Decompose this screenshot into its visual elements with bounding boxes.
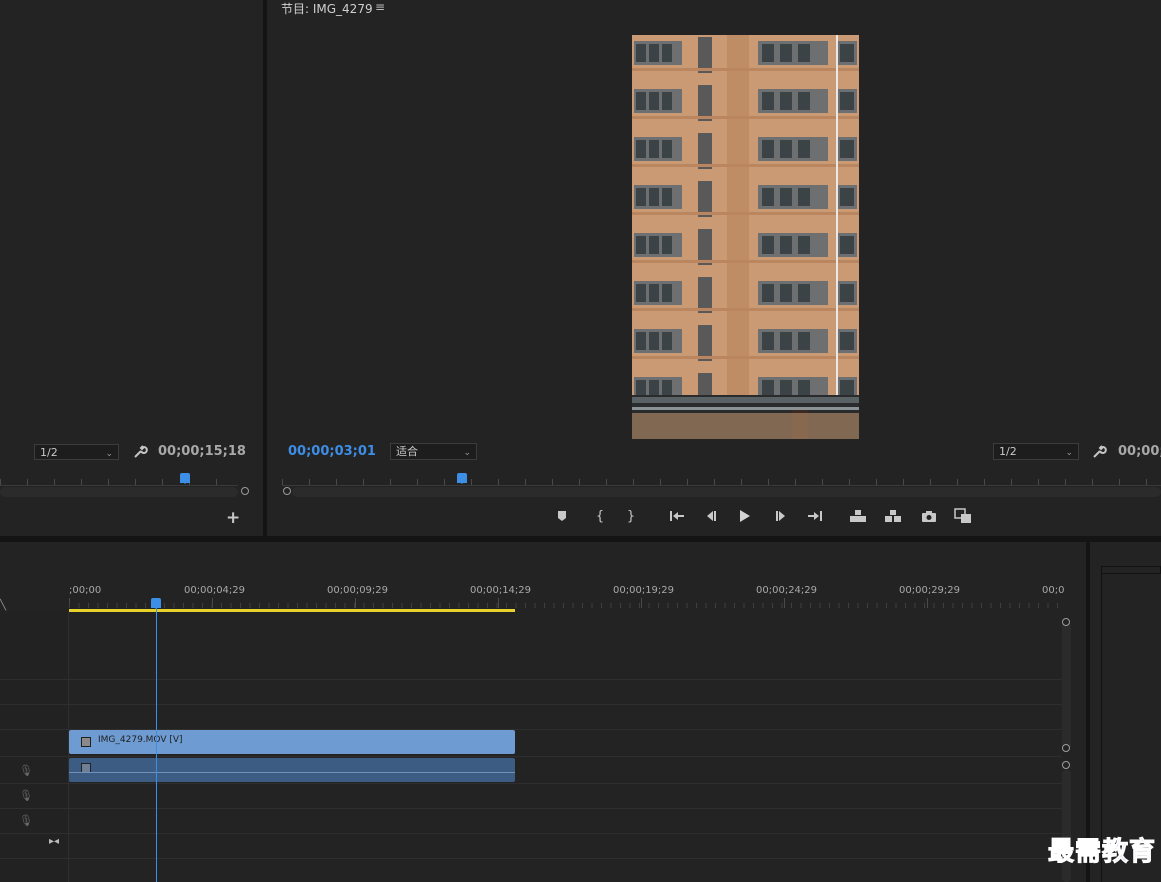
export-frame-icon[interactable] bbox=[918, 505, 940, 527]
track-divider bbox=[0, 679, 1062, 680]
program-time-ruler[interactable] bbox=[282, 475, 1161, 486]
ruler-label: 00;00;09;29 bbox=[327, 585, 389, 596]
track-divider bbox=[0, 833, 1062, 834]
ruler-label: 00;00;04;29 bbox=[184, 585, 246, 596]
program-zoom-scrollbar[interactable] bbox=[292, 487, 1161, 497]
program-video-frame bbox=[632, 35, 859, 439]
playhead-line bbox=[156, 608, 157, 882]
source-resolution-value: 1/2 bbox=[40, 446, 58, 459]
chevron-down-icon: ⌄ bbox=[463, 448, 471, 458]
ruler-label: 00;00;29;29 bbox=[899, 585, 961, 596]
audio-waveform bbox=[69, 772, 515, 773]
step-forward-icon[interactable] bbox=[770, 505, 792, 527]
wrench-icon[interactable] bbox=[132, 444, 148, 460]
source-playhead[interactable] bbox=[180, 473, 190, 484]
timeline-playhead[interactable] bbox=[151, 598, 161, 609]
track-divider bbox=[0, 704, 1062, 705]
track-divider bbox=[0, 783, 1062, 784]
microphone-icon[interactable]: 🎙 bbox=[19, 814, 33, 827]
fx-badge-icon bbox=[81, 737, 91, 747]
video-clip-label: IMG_4279.MOV [V] bbox=[98, 735, 183, 745]
compare-view-icon[interactable] bbox=[952, 505, 974, 527]
watermark-text: 最需教育 bbox=[1047, 837, 1156, 868]
mark-in-icon[interactable]: { bbox=[589, 505, 611, 527]
panel-menu-icon[interactable]: ≡ bbox=[375, 0, 385, 14]
source-monitor-panel: 1/2 ⌄ 00;00;15;18 + bbox=[0, 0, 263, 536]
source-time-ruler[interactable] bbox=[0, 475, 238, 486]
program-playhead[interactable] bbox=[457, 473, 467, 484]
go-to-out-icon[interactable] bbox=[804, 505, 826, 527]
zoom-level-dropdown[interactable]: 适合 ⌄ bbox=[390, 443, 477, 460]
wrench-icon[interactable] bbox=[1091, 444, 1107, 460]
marker-icon[interactable] bbox=[551, 505, 573, 527]
program-timecode-right: 00;00; bbox=[1118, 444, 1161, 459]
track-divider bbox=[0, 756, 1062, 757]
program-timecode[interactable]: 00;00;03;01 bbox=[288, 444, 376, 459]
microphone-icon[interactable]: 🎙 bbox=[19, 789, 33, 802]
program-resolution-dropdown[interactable]: 1/2 ⌄ bbox=[993, 443, 1079, 460]
ruler-label: 00;0 bbox=[1042, 585, 1065, 596]
source-scroll-handle[interactable] bbox=[241, 487, 249, 495]
chevron-down-icon: ⌄ bbox=[105, 449, 113, 459]
scroll-handle[interactable] bbox=[1062, 761, 1070, 769]
play-icon[interactable] bbox=[734, 505, 756, 527]
scroll-handle[interactable] bbox=[1062, 744, 1070, 752]
mark-out-icon[interactable]: } bbox=[620, 505, 642, 527]
video-clip[interactable]: IMG_4279.MOV [V] bbox=[69, 730, 515, 754]
ruler-label: ;00;00 bbox=[69, 585, 102, 596]
go-to-in-icon[interactable] bbox=[666, 505, 688, 527]
source-resolution-dropdown[interactable]: 1/2 ⌄ bbox=[34, 444, 119, 460]
add-button-icon[interactable]: + bbox=[226, 508, 240, 528]
track-divider bbox=[0, 808, 1062, 809]
extract-icon[interactable] bbox=[882, 505, 904, 527]
ruler-label: 00;00;24;29 bbox=[756, 585, 818, 596]
source-zoom-scrollbar[interactable] bbox=[0, 487, 238, 497]
chevron-down-icon: ⌄ bbox=[1065, 448, 1073, 458]
source-timecode: 00;00;15;18 bbox=[158, 444, 246, 459]
step-back-icon[interactable] bbox=[700, 505, 722, 527]
master-track-icon[interactable]: ▸◂ bbox=[49, 836, 59, 847]
track-divider bbox=[0, 858, 1062, 859]
ruler-label: 00;00;14;29 bbox=[470, 585, 532, 596]
program-resolution-value: 1/2 bbox=[999, 445, 1017, 458]
ruler-label: 00;00;19;29 bbox=[613, 585, 675, 596]
program-monitor-title[interactable]: 节目: IMG_4279 bbox=[281, 0, 373, 17]
work-area-bar[interactable] bbox=[69, 609, 515, 612]
lift-icon[interactable] bbox=[847, 505, 869, 527]
scroll-handle[interactable] bbox=[1062, 618, 1070, 626]
meter-header bbox=[1101, 566, 1161, 574]
timeline-ruler-minor bbox=[69, 603, 1062, 608]
microphone-icon[interactable]: 🎙 bbox=[19, 764, 33, 777]
zoom-level-value: 适合 bbox=[396, 445, 418, 458]
wrench-icon[interactable]: ╲ bbox=[0, 600, 6, 611]
audio-clip[interactable] bbox=[69, 758, 515, 782]
video-tracks-scrollbar[interactable] bbox=[1062, 622, 1071, 750]
program-scroll-handle[interactable] bbox=[283, 487, 291, 495]
